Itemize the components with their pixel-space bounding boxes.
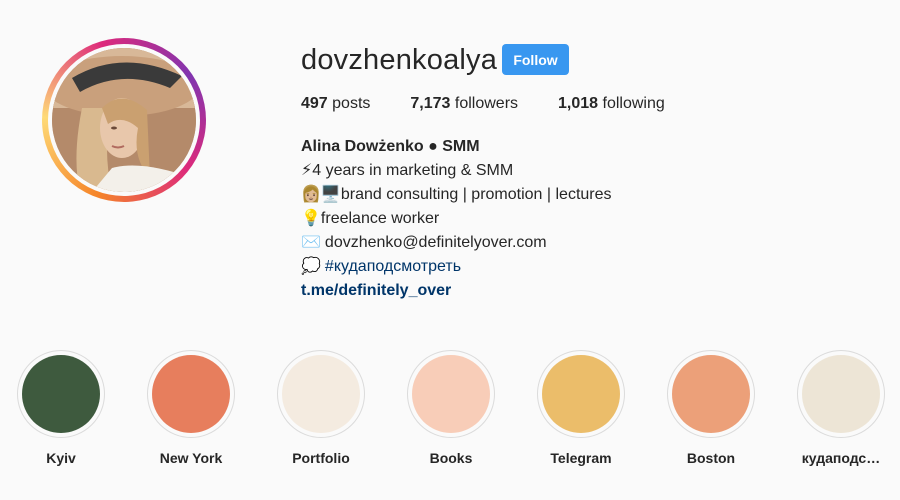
followers-label: followers	[450, 95, 519, 112]
bio-line-3: 💡 freelance worker	[301, 207, 612, 231]
lightbulb-icon: 💡	[301, 210, 321, 227]
full-name: Alina Dowżenko ● SMM	[301, 138, 480, 155]
highlight-portfolio[interactable]: Portfolio	[256, 350, 386, 466]
story-ring[interactable]	[42, 38, 206, 202]
thought-bubble-icon: 💭	[301, 258, 321, 275]
highlight-label: Portfolio	[292, 450, 350, 466]
followers-stat[interactable]: 7,173 followers	[410, 95, 518, 113]
bio-line-5: 💭 #кудаподсмотреть	[301, 255, 612, 279]
following-label: following	[598, 95, 665, 112]
highlight-label: New York	[159, 450, 223, 466]
highlight-new-york[interactable]: New York	[126, 350, 256, 466]
following-stat[interactable]: 1,018 following	[558, 95, 665, 113]
story-highlights: Kyiv New York Portfolio Books Telegram B…	[0, 350, 900, 480]
avatar-gap	[48, 44, 200, 196]
highlight-ring	[147, 350, 235, 438]
bio-email: dovzhenko@definitelyover.com	[324, 234, 547, 251]
highlight-kudapodsmotret[interactable]: кудаподс…	[776, 350, 900, 466]
avatar-photo	[52, 48, 196, 192]
highlight-label: кудаподс…	[801, 450, 881, 466]
bio: Alina Dowżenko ● SMM ⚡ 4 years in market…	[301, 135, 612, 303]
lightning-icon: ⚡	[301, 162, 313, 179]
bio-text-2: brand consulting | promotion | lectures	[340, 186, 612, 203]
highlight-label: Boston	[686, 450, 736, 466]
highlight-label: Kyiv	[46, 450, 76, 466]
bio-hashtag[interactable]: #кудаподсмотреть	[325, 255, 461, 279]
highlight-cover	[412, 355, 490, 433]
highlight-ring	[277, 350, 365, 438]
highlight-ring	[797, 350, 885, 438]
bio-text-1: 4 years in marketing & SMM	[312, 162, 514, 179]
highlight-cover	[152, 355, 230, 433]
follow-button[interactable]: Follow	[502, 44, 569, 75]
posts-label: posts	[327, 95, 371, 112]
following-count: 1,018	[558, 95, 599, 112]
envelope-icon: ✉️	[301, 234, 321, 251]
highlight-cover	[802, 355, 880, 433]
bio-text-3: freelance worker	[320, 210, 440, 227]
highlight-label: Books	[429, 450, 473, 466]
highlight-ring	[667, 350, 755, 438]
posts-stat: 497 posts	[301, 95, 370, 113]
highlight-cover	[672, 355, 750, 433]
bio-line-2: 👩🏼🖥️ brand consulting | promotion | lect…	[301, 183, 612, 207]
highlight-ring	[407, 350, 495, 438]
highlight-cover	[22, 355, 100, 433]
bio-line-4: ✉️ dovzhenko@definitelyover.com	[301, 231, 612, 255]
posts-count: 497	[301, 95, 328, 112]
highlight-cover	[542, 355, 620, 433]
woman-computer-icon: 👩🏼🖥️	[301, 186, 341, 203]
highlight-telegram[interactable]: Telegram	[516, 350, 646, 466]
highlight-cover	[282, 355, 360, 433]
highlight-kyiv[interactable]: Kyiv	[0, 350, 126, 466]
bio-website-link[interactable]: t.me/definitely_over	[301, 279, 612, 303]
highlight-label: Telegram	[550, 450, 612, 466]
highlight-boston[interactable]: Boston	[646, 350, 776, 466]
followers-count: 7,173	[410, 95, 451, 112]
username: dovzhenkoalya	[301, 44, 498, 76]
bio-line-1: ⚡ 4 years in marketing & SMM	[301, 159, 612, 183]
highlight-ring	[17, 350, 105, 438]
highlight-ring	[537, 350, 625, 438]
highlight-books[interactable]: Books	[386, 350, 516, 466]
avatar[interactable]	[52, 48, 196, 192]
profile-stats: 497 posts 7,173 followers 1,018 followin…	[301, 95, 705, 113]
